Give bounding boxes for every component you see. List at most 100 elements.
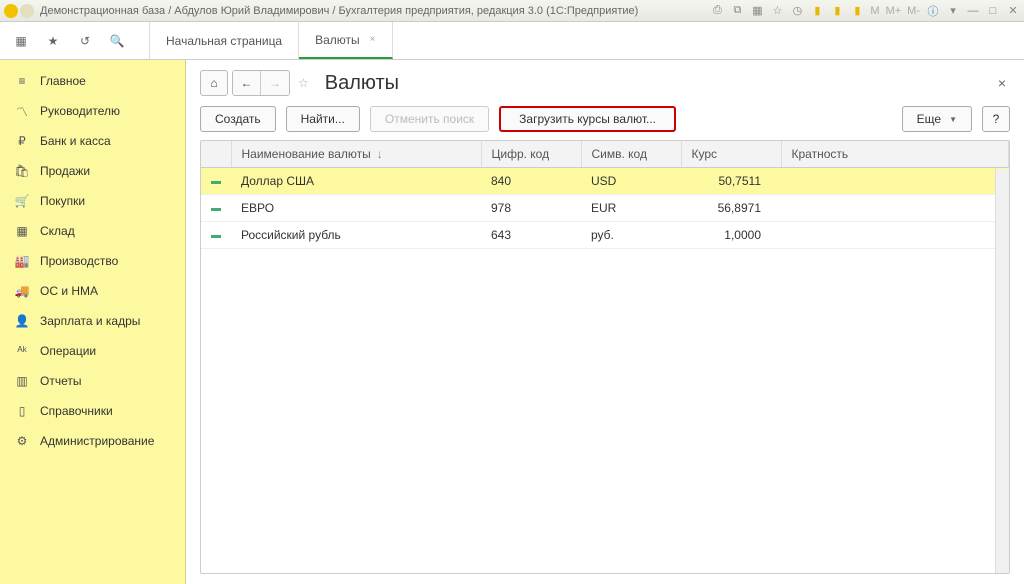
cart-icon: 🛒 [14,193,30,209]
home-button[interactable]: ⌂ [200,70,228,96]
info-dropdown-icon[interactable]: ▾ [946,4,960,18]
sidebar-item-label: Производство [40,254,118,268]
ruble-icon: ₽ [14,133,30,149]
titlebar-app-icons [4,4,34,18]
main-panel: ⌂ ← → ☆ Валюты × Создать Найти... Отмени… [186,60,1024,584]
nav-backforward: ← → [232,70,290,96]
search-icon[interactable]: 🔍 [108,32,126,50]
mem-mplus[interactable]: M+ [886,5,902,17]
calc-icon[interactable]: ▦ [750,4,764,18]
sidebar-item-label: Главное [40,74,86,88]
cell-num: 840 [481,168,581,195]
help-button[interactable]: ? [982,106,1010,132]
nav-row: ⌂ ← → ☆ Валюты × [200,70,1010,96]
table-header-row: Наименование валюты Цифр. код Симв. код … [201,141,1009,168]
apps-icon[interactable]: ▦ [12,32,30,50]
person-icon: 👤 [14,313,30,329]
home-icon: ≡ [14,73,30,89]
sidebar-item-main[interactable]: ≡ Главное [0,66,185,96]
load-rates-button[interactable]: Загрузить курсы валют... [499,106,676,132]
tab-close-icon[interactable]: × [370,34,376,45]
sidebar-item-label: Продажи [40,164,90,178]
cell-sym: EUR [581,195,681,222]
col-symcode[interactable]: Симв. код [581,141,681,168]
titlebar: Демонстрационная база / Абдулов Юрий Вла… [0,0,1024,22]
col-rate[interactable]: Курс [681,141,781,168]
tab-currencies[interactable]: Валюты × [299,22,392,59]
minimize-button[interactable]: — [966,4,980,18]
sidebar-item-reports[interactable]: ▥Отчеты [0,366,185,396]
sidebar-item-assets[interactable]: 🚚ОС и НМА [0,276,185,306]
col-mult[interactable]: Кратность [781,141,1009,168]
factory-icon: 🏭 [14,253,30,269]
sidebar-item-operations[interactable]: ᴬᵏОперации [0,336,185,366]
sidebar-item-bank[interactable]: ₽ Банк и касса [0,126,185,156]
panel3-icon[interactable]: ▮ [850,4,864,18]
row-marker-icon: ▬ [201,195,231,222]
app-icon [4,4,18,18]
sidebar-item-label: Администрирование [40,434,154,448]
topbar-icons: ▦ ★ ↺ 🔍 [0,22,150,59]
sidebar-item-purchases[interactable]: 🛒 Покупки [0,186,185,216]
table-row[interactable]: ▬ Доллар США 840 USD 50,7511 [201,168,1009,195]
cell-name: ЕВРО [231,195,481,222]
favorite-icon[interactable]: ★ [44,32,62,50]
table-row[interactable]: ▬ Российский рубль 643 руб. 1,0000 [201,222,1009,249]
cell-sym: USD [581,168,681,195]
close-page-button[interactable]: × [994,75,1010,91]
find-button[interactable]: Найти... [286,106,360,132]
tab-home[interactable]: Начальная страница [150,22,299,59]
sidebar-item-admin[interactable]: ⚙Администрирование [0,426,185,456]
sidebar-item-label: Руководителю [40,104,120,118]
cell-mult [781,168,1009,195]
copy-icon[interactable]: ⧉ [730,4,744,18]
sidebar-item-manager[interactable]: 〽 Руководителю [0,96,185,126]
panel1-icon[interactable]: ▮ [810,4,824,18]
sidebar: ≡ Главное 〽 Руководителю ₽ Банк и касса 🛍Пр… [0,60,186,584]
sidebar-item-production[interactable]: 🏭 Производство [0,246,185,276]
sidebar-item-salary[interactable]: 👤 Зарплата и кадры [0,306,185,336]
mem-m[interactable]: M [870,5,879,17]
cell-sym: руб. [581,222,681,249]
panel2-icon[interactable]: ▮ [830,4,844,18]
window-title: Демонстрационная база / Абдулов Юрий Вла… [40,5,710,17]
vertical-scrollbar[interactable] [995,169,1009,573]
cell-rate: 1,0000 [681,222,781,249]
star-icon[interactable]: ☆ [770,4,784,18]
bars-icon: ▥ [14,373,30,389]
sidebar-item-label: Справочники [40,404,113,418]
chart-icon: 〽 [14,103,30,119]
close-button[interactable]: ✕ [1006,4,1020,18]
back-button[interactable]: ← [233,71,261,95]
history-icon[interactable]: ↺ [76,32,94,50]
row-marker-icon: ▬ [201,222,231,249]
col-name[interactable]: Наименование валюты [231,141,481,168]
dropdown-icon[interactable] [20,4,34,18]
col-numcode[interactable]: Цифр. код [481,141,581,168]
sidebar-item-warehouse[interactable]: ▦Склад [0,216,185,246]
info-icon[interactable]: ⓘ [926,4,940,18]
sidebar-item-label: ОС и НМА [40,284,98,298]
cell-name: Российский рубль [231,222,481,249]
col-marker[interactable] [201,141,231,168]
sidebar-item-label: Покупки [40,194,85,208]
forward-button[interactable]: → [261,71,289,95]
clock-icon[interactable]: ◷ [790,4,804,18]
sidebar-item-label: Банк и касса [40,134,111,148]
sidebar-item-sales[interactable]: 🛍Продажи [0,156,185,186]
titlebar-right: ⎙ ⧉ ▦ ☆ ◷ ▮ ▮ ▮ M M+ M- ⓘ ▾ — □ ✕ [710,4,1020,18]
tab-home-label: Начальная страница [166,34,282,48]
table-row[interactable]: ▬ ЕВРО 978 EUR 56,8971 [201,195,1009,222]
favorite-star-icon[interactable]: ☆ [298,76,309,90]
more-button[interactable]: Еще [902,106,972,132]
mem-mminus[interactable]: M- [907,5,920,17]
print-icon[interactable]: ⎙ [710,4,724,18]
sidebar-item-label: Зарплата и кадры [40,314,140,328]
tabs: Начальная страница Валюты × [150,22,393,59]
maximize-button[interactable]: □ [986,4,1000,18]
sidebar-item-catalogs[interactable]: ▯Справочники [0,396,185,426]
topbar: ▦ ★ ↺ 🔍 Начальная страница Валюты × [0,22,1024,60]
toolbar: Создать Найти... Отменить поиск Загрузит… [200,106,1010,132]
create-button[interactable]: Создать [200,106,276,132]
table: Наименование валюты Цифр. код Симв. код … [200,140,1010,574]
